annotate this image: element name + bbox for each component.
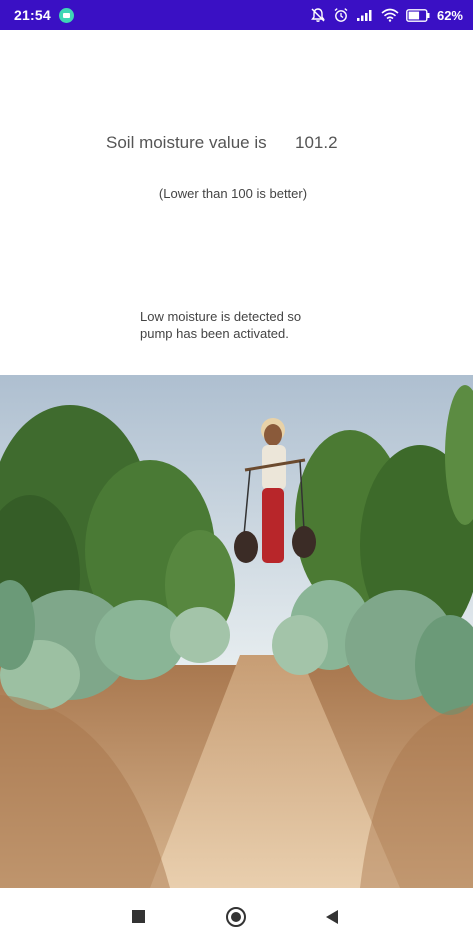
status-time: 21:54 (14, 7, 51, 23)
pump-status-line-2: pump has been activated. (140, 326, 289, 341)
notifications-off-icon (311, 8, 325, 22)
status-right: 62% (310, 7, 463, 23)
farmer-watering-crops-image (0, 375, 473, 888)
app-notification-icon (58, 7, 74, 23)
recents-button[interactable] (108, 888, 168, 945)
moisture-label: Soil moisture value is (106, 133, 267, 152)
signal-icon (356, 10, 372, 21)
battery-percent: 62% (436, 7, 463, 23)
wifi-icon (381, 8, 399, 22)
recents-icon (131, 910, 145, 923)
back-button[interactable] (302, 888, 362, 945)
pump-status-message: Low moisture is detected so pump has bee… (140, 308, 330, 342)
back-icon (326, 909, 338, 924)
navigation-bar (0, 888, 473, 945)
home-button[interactable] (206, 888, 266, 945)
battery-icon (406, 8, 430, 22)
pump-status-line-1: Low moisture is detected so (140, 309, 302, 324)
moisture-value: 101.2 (295, 133, 338, 152)
status-bar: 21:54 62% (0, 0, 473, 30)
home-icon (226, 906, 246, 927)
alarm-icon (334, 8, 348, 22)
moisture-hint: (Lower than 100 is better) (158, 186, 308, 201)
status-left: 21:54 (14, 7, 74, 23)
